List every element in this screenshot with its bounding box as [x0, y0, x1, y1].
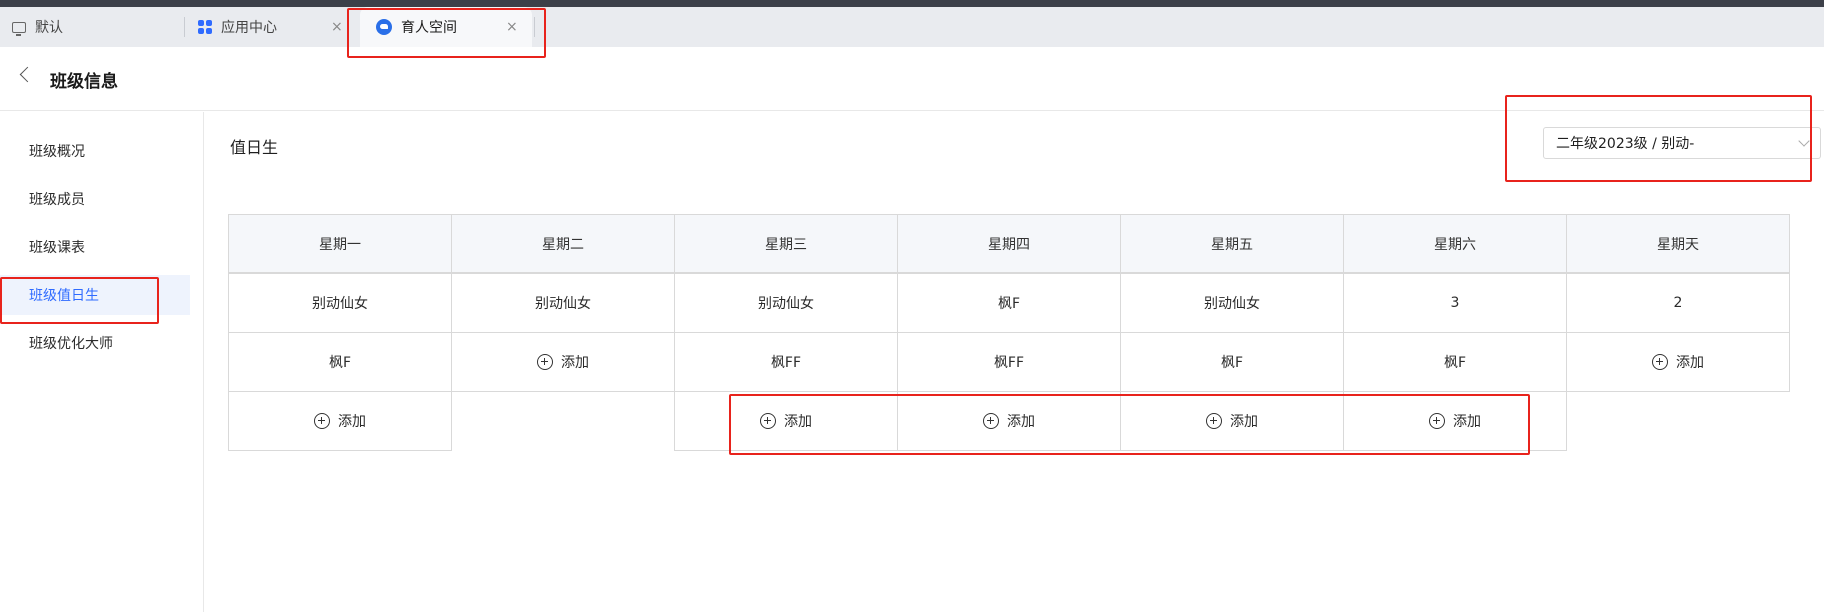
monitor-icon: [12, 21, 26, 36]
duty-student-cell: 别动仙女: [674, 273, 898, 333]
sidebar-item-label: 班级优化大师: [29, 336, 113, 352]
student-name: 枫F: [997, 296, 1021, 312]
app-logo-icon: [376, 19, 392, 35]
add-duty-button[interactable]: 添加: [451, 332, 675, 392]
add-label: 添加: [1007, 414, 1035, 430]
header-label: 星期六: [1434, 236, 1476, 253]
sidebar-item-label: 班级课表: [29, 240, 85, 256]
tab-default[interactable]: 默认: [0, 7, 184, 47]
sidebar-item-duty[interactable]: 班级值日生: [0, 275, 190, 315]
duty-student-cell: 3: [1343, 273, 1567, 333]
student-name: 枫FF: [770, 355, 802, 371]
sidebar-item-label: 班级值日生: [29, 288, 99, 304]
plus-circle-icon: [1429, 413, 1445, 429]
student-name: 别动仙女: [1204, 296, 1260, 312]
table-header-cell: 星期天: [1566, 214, 1790, 273]
section-title: 值日生: [230, 138, 279, 157]
table-header-cell: 星期一: [228, 214, 452, 273]
tab-education-space[interactable]: 育人空间 ×: [360, 7, 532, 47]
sidebar-item-optimizer[interactable]: 班级优化大师: [0, 323, 190, 363]
add-label: 添加: [561, 355, 589, 371]
plus-circle-icon: [314, 413, 330, 429]
class-select[interactable]: 二年级2023级 / 别动-: [1543, 127, 1821, 159]
table-header-cell: 星期二: [451, 214, 675, 273]
tab-app-center[interactable]: 应用中心 ×: [185, 7, 350, 47]
plus-circle-icon: [983, 413, 999, 429]
add-duty-button[interactable]: 添加: [1343, 391, 1567, 451]
header-label: 星期一: [319, 236, 361, 253]
duty-student-cell: 枫FF: [897, 332, 1121, 392]
student-name: 2: [1673, 295, 1683, 311]
header-label: 星期四: [988, 236, 1030, 253]
tab-strip: 默认 应用中心 × 育人空间 ×: [0, 7, 1824, 47]
student-name: 枫F: [328, 355, 352, 371]
tab-label: 育人空间: [401, 20, 457, 36]
duty-student-cell: 枫F: [1343, 332, 1567, 392]
add-duty-button[interactable]: 添加: [897, 391, 1121, 451]
table-header-cell: 星期三: [674, 214, 898, 273]
table-header-cell: 星期四: [897, 214, 1121, 273]
add-label: 添加: [338, 414, 366, 430]
duty-student-cell: 2: [1566, 273, 1790, 333]
close-icon[interactable]: ×: [331, 19, 343, 35]
add-label: 添加: [1453, 414, 1481, 430]
class-select-value: 二年级2023级 / 别动-: [1556, 136, 1695, 152]
duty-student-cell: 别动仙女: [228, 273, 452, 333]
close-icon[interactable]: ×: [506, 19, 518, 35]
add-duty-button[interactable]: 添加: [674, 391, 898, 451]
sidebar-item-overview[interactable]: 班级概况: [0, 131, 190, 171]
sidebar-item-label: 班级成员: [29, 192, 85, 208]
duty-student-cell: 别动仙女: [451, 273, 675, 333]
duty-student-cell: 枫F: [1120, 332, 1344, 392]
student-name: 枫FF: [993, 355, 1025, 371]
table-header-cell: 星期五: [1120, 214, 1344, 273]
student-name: 3: [1450, 295, 1460, 311]
plus-circle-icon: [1206, 413, 1222, 429]
student-name: 别动仙女: [312, 296, 368, 312]
student-name: 别动仙女: [535, 296, 591, 312]
tab-label: 应用中心: [221, 20, 277, 36]
add-label: 添加: [1676, 355, 1704, 371]
student-name: 枫F: [1220, 355, 1244, 371]
header-label: 星期天: [1657, 236, 1699, 253]
duty-student-cell: 别动仙女: [1120, 273, 1344, 333]
duty-student-cell: 枫FF: [674, 332, 898, 392]
plus-circle-icon: [1652, 354, 1668, 370]
header-label: 星期二: [542, 236, 584, 253]
grid-apps-icon: [198, 20, 212, 34]
student-name: 枫F: [1443, 355, 1467, 371]
add-label: 添加: [784, 414, 812, 430]
page-header: 班级信息: [0, 47, 1824, 111]
chevron-down-icon: [1798, 135, 1810, 147]
duty-student-cell: 枫F: [228, 332, 452, 392]
plus-circle-icon: [760, 413, 776, 429]
add-label: 添加: [1230, 414, 1258, 430]
student-name: 别动仙女: [758, 296, 814, 312]
header-label: 星期五: [1211, 236, 1253, 253]
tab-label: 默认: [35, 20, 63, 36]
chevron-left-icon[interactable]: [19, 66, 36, 83]
duty-student-cell: 枫F: [897, 273, 1121, 333]
add-duty-button[interactable]: 添加: [1566, 332, 1790, 392]
add-duty-button[interactable]: 添加: [228, 391, 452, 451]
add-duty-button[interactable]: 添加: [1120, 391, 1344, 451]
header-label: 星期三: [765, 236, 807, 253]
table-header-cell: 星期六: [1343, 214, 1567, 273]
sidebar: 班级概况 班级成员 班级课表 班级值日生 班级优化大师: [0, 112, 204, 612]
sidebar-item-schedule[interactable]: 班级课表: [0, 227, 190, 267]
page-title: 班级信息: [50, 72, 118, 92]
sidebar-item-label: 班级概况: [29, 144, 85, 160]
sidebar-item-members[interactable]: 班级成员: [0, 179, 190, 219]
plus-circle-icon: [537, 354, 553, 370]
window-top-bar: [0, 0, 1824, 7]
tab-divider: [534, 17, 535, 37]
